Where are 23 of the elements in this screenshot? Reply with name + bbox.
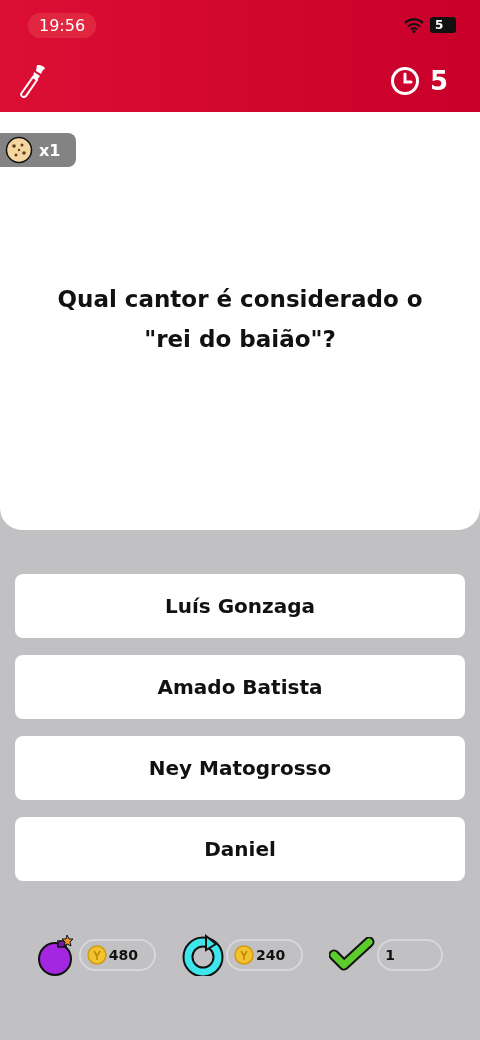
wifi-icon <box>404 17 424 33</box>
powerup-button[interactable]: 240 <box>226 939 304 971</box>
answer-button[interactable]: Ney Matogrosso <box>15 736 465 800</box>
refresh-icon <box>182 934 224 976</box>
clock-icon <box>389 66 420 96</box>
powerup-button[interactable]: 1 <box>377 939 444 971</box>
battery-icon: 5 <box>430 17 456 33</box>
check-icon <box>329 937 376 973</box>
question-text: Qual cantor é considerado o "rei do baião"? <box>56 285 424 354</box>
coin-icon <box>86 945 107 965</box>
cookie-count: x1 <box>39 140 61 160</box>
answer-button[interactable]: Daniel <box>15 817 465 881</box>
answer-button[interactable]: Amado Batista <box>15 655 465 719</box>
powerup-price: 1 <box>385 947 395 963</box>
coin-icon <box>234 945 254 965</box>
powerup-button[interactable]: 480 <box>78 939 156 971</box>
powerup-price: 240 <box>256 947 286 963</box>
powerup-price: 480 <box>108 947 138 963</box>
brush-icon[interactable] <box>18 63 48 99</box>
cookie-icon <box>5 136 33 164</box>
answer-button[interactable]: Luís Gonzaga <box>15 574 465 638</box>
status-time: 19:56 <box>28 12 97 38</box>
timer-count: 5 <box>429 66 448 96</box>
